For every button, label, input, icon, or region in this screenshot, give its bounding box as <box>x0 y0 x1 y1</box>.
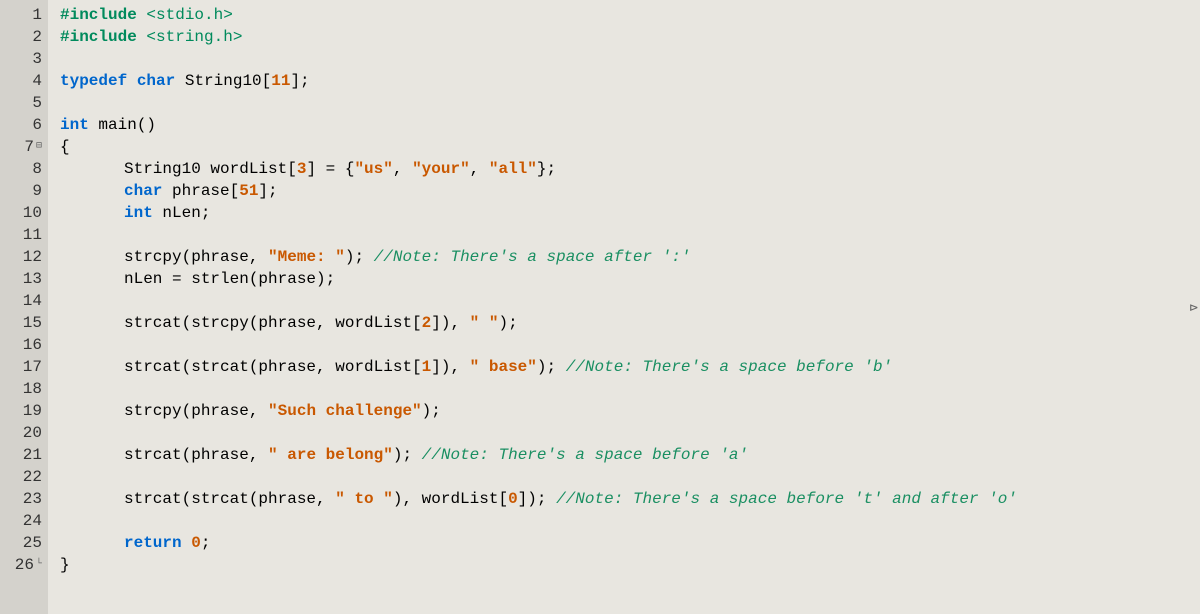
line-number: 20 <box>0 422 42 444</box>
line-number: 19 <box>0 400 42 422</box>
line-number: 21 <box>0 444 42 466</box>
fold-end-icon: └ <box>36 554 42 576</box>
code-line[interactable] <box>60 466 1200 488</box>
line-number: 11 <box>0 224 42 246</box>
line-number: 4 <box>0 70 42 92</box>
line-number: 16 <box>0 334 42 356</box>
code-line[interactable]: { <box>60 136 1200 158</box>
code-line[interactable]: typedef char String10[11]; <box>60 70 1200 92</box>
cursor-hint-icon: ⊳ <box>1190 300 1198 317</box>
line-number: 25 <box>0 532 42 554</box>
line-number: 10 <box>0 202 42 224</box>
line-number: 26└ <box>0 554 42 576</box>
code-line[interactable]: strcpy(phrase, "Such challenge"); <box>60 400 1200 422</box>
code-line[interactable] <box>60 290 1200 312</box>
line-number: 22 <box>0 466 42 488</box>
code-line[interactable]: strcat(strcpy(phrase, wordList[2]), " ")… <box>60 312 1200 334</box>
code-line[interactable]: #include <string.h> <box>60 26 1200 48</box>
code-line[interactable]: nLen = strlen(phrase); <box>60 268 1200 290</box>
code-line[interactable]: strcat(phrase, " are belong"); //Note: T… <box>60 444 1200 466</box>
line-number: 7⊟ <box>0 136 42 158</box>
line-number: 3 <box>0 48 42 70</box>
line-number: 6 <box>0 114 42 136</box>
line-number-gutter: 1 2 3 4 5 6 7⊟ 8 9 10 11 12 13 14 15 16 … <box>0 0 48 614</box>
code-line[interactable]: strcat(strcat(phrase, wordList[1]), " ba… <box>60 356 1200 378</box>
code-line[interactable] <box>60 224 1200 246</box>
line-number: 5 <box>0 92 42 114</box>
line-number: 13 <box>0 268 42 290</box>
code-editor[interactable]: #include <stdio.h> #include <string.h> t… <box>48 0 1200 614</box>
code-line[interactable]: char phrase[51]; <box>60 180 1200 202</box>
line-number: 24 <box>0 510 42 532</box>
line-number: 12 <box>0 246 42 268</box>
code-line[interactable]: int nLen; <box>60 202 1200 224</box>
code-line[interactable] <box>60 422 1200 444</box>
code-line[interactable]: return 0; <box>60 532 1200 554</box>
fold-toggle-icon[interactable]: ⊟ <box>36 136 42 158</box>
code-line[interactable]: #include <stdio.h> <box>60 4 1200 26</box>
line-number: 1 <box>0 4 42 26</box>
code-line[interactable] <box>60 48 1200 70</box>
code-line[interactable]: String10 wordList[3] = {"us", "your", "a… <box>60 158 1200 180</box>
code-line[interactable] <box>60 378 1200 400</box>
code-line[interactable]: strcpy(phrase, "Meme: "); //Note: There'… <box>60 246 1200 268</box>
line-number: 2 <box>0 26 42 48</box>
line-number: 23 <box>0 488 42 510</box>
line-number: 8 <box>0 158 42 180</box>
code-line[interactable] <box>60 92 1200 114</box>
line-number: 17 <box>0 356 42 378</box>
code-line[interactable] <box>60 510 1200 532</box>
code-line[interactable]: } <box>60 554 1200 576</box>
line-number: 14 <box>0 290 42 312</box>
code-line[interactable]: int main() <box>60 114 1200 136</box>
code-line[interactable]: strcat(strcat(phrase, " to "), wordList[… <box>60 488 1200 510</box>
line-number: 15 <box>0 312 42 334</box>
line-number: 9 <box>0 180 42 202</box>
line-number: 18 <box>0 378 42 400</box>
code-line[interactable] <box>60 334 1200 356</box>
